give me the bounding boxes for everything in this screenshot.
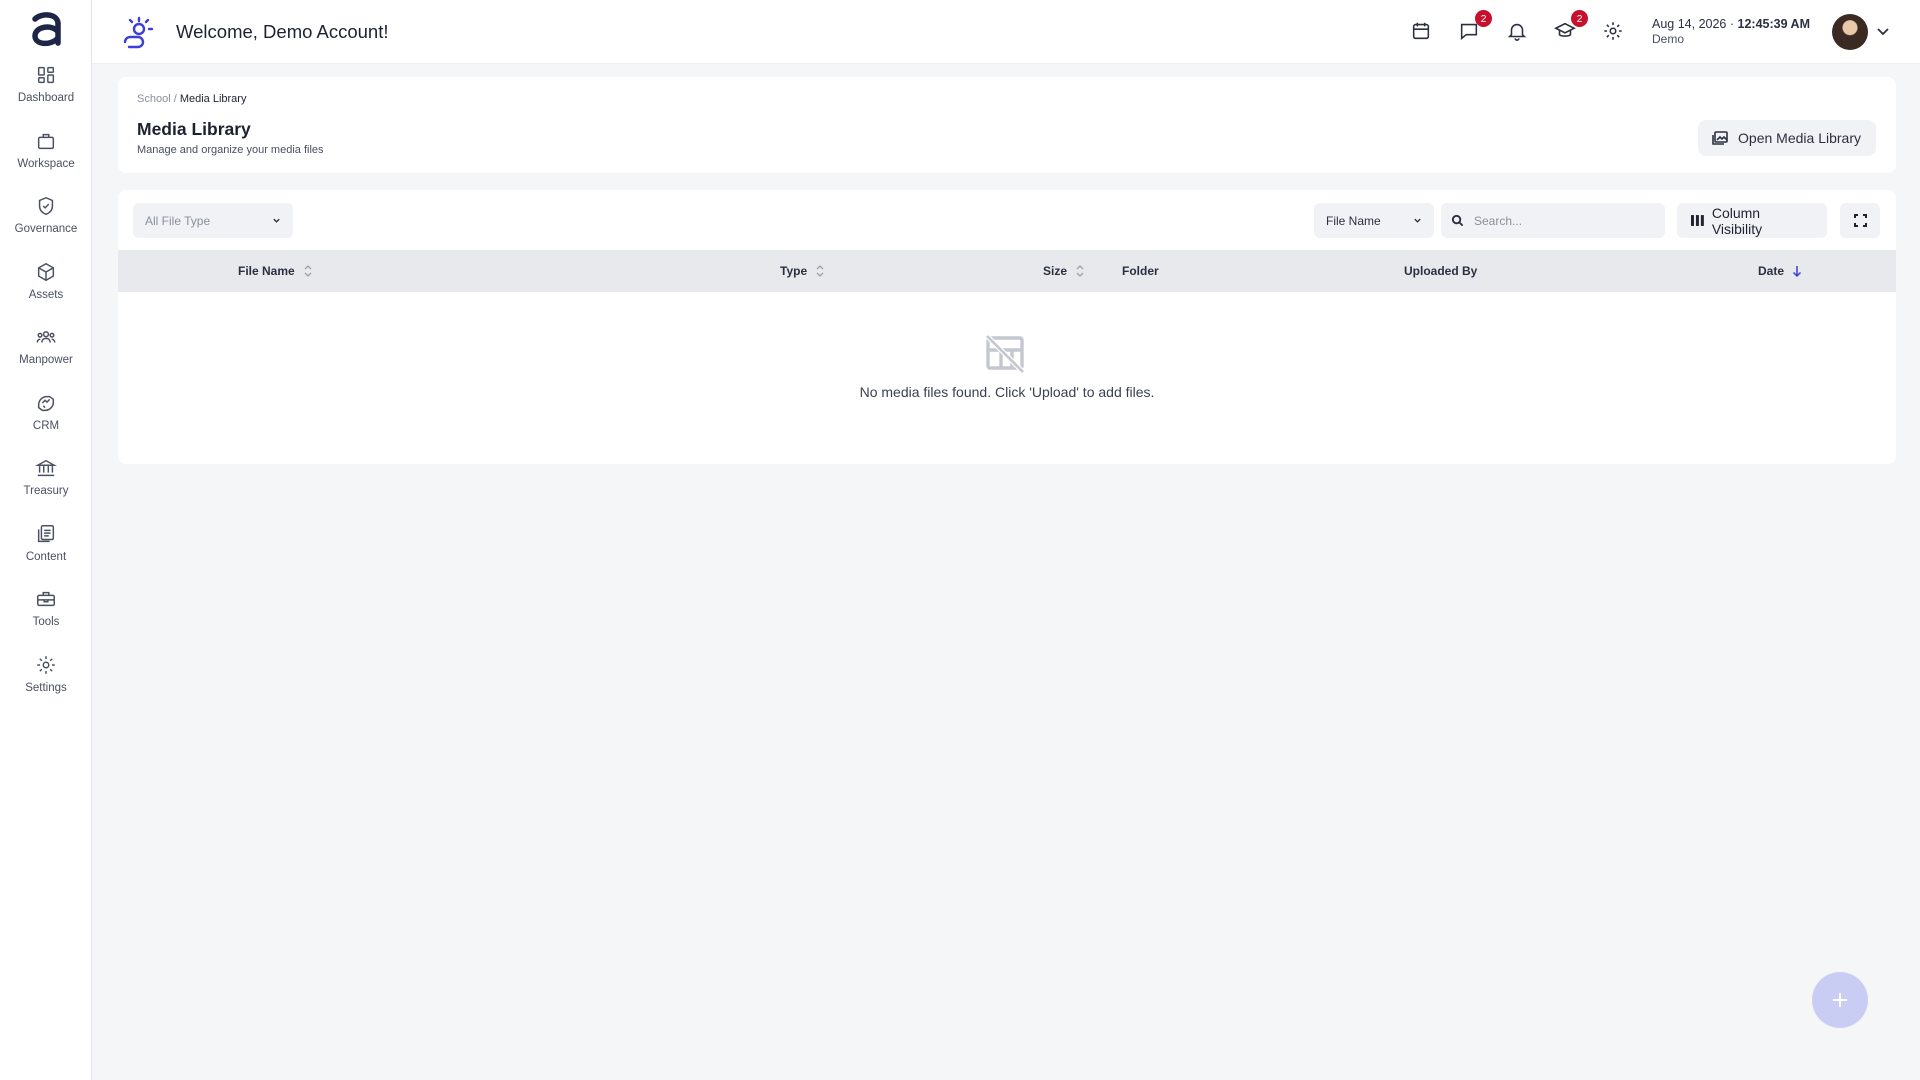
column-header-uploaded-by: Uploaded By: [1404, 250, 1477, 292]
app-logo[interactable]: [27, 10, 65, 50]
calendar-icon: [1412, 22, 1430, 40]
sidebar-item-label: Dashboard: [17, 92, 75, 104]
welcome-message: Welcome, Demo Account!: [176, 21, 389, 42]
open-media-library-label: Open Media Library: [1738, 130, 1861, 146]
file-type-filter[interactable]: All File Type: [133, 203, 293, 238]
no-images-icon: [985, 334, 1025, 374]
sidebar-item-dashboard[interactable]: Dashboard: [0, 64, 92, 124]
column-header-label: Size: [1043, 264, 1068, 278]
chevron-down-icon: [1414, 218, 1421, 223]
bell-icon: [1507, 23, 1527, 41]
breadcrumb: School / Media Library: [137, 93, 246, 105]
chevron-down-icon: [273, 218, 280, 223]
sidebar-item-label: Assets: [28, 289, 64, 301]
column-header-date[interactable]: Date: [1758, 250, 1802, 292]
sidebar-item-governance[interactable]: Governance: [0, 195, 92, 255]
datetime-separator: ·: [1729, 17, 1738, 31]
avatar[interactable]: [1832, 14, 1868, 50]
fullscreen-button[interactable]: [1840, 203, 1880, 238]
sort-icon: [816, 265, 824, 277]
brand-sun-cloud-icon: [123, 16, 154, 49]
column-header-folder: Folder: [1122, 250, 1159, 292]
page-header-card: School / Media Library Media Library Man…: [118, 77, 1896, 173]
sort-icon: [304, 265, 312, 277]
breadcrumb-current: Media Library: [179, 93, 247, 105]
sidebar-item-label: Treasury: [23, 485, 69, 497]
column-header-type[interactable]: Type: [780, 250, 825, 292]
documents-icon: [37, 525, 55, 543]
column-header-label: Date: [1758, 264, 1785, 278]
datetime-display: Aug 14, 2026 · 12:45:39 AM Demo: [1652, 17, 1810, 47]
sidebar-item-treasury[interactable]: Treasury: [0, 457, 92, 517]
columns-icon: [1691, 215, 1704, 226]
learning-button[interactable]: 2: [1554, 10, 1588, 44]
column-header-label: File Name: [238, 264, 295, 278]
column-header-size[interactable]: Size: [1043, 250, 1085, 292]
fullscreen-icon: [1853, 214, 1867, 227]
sidebar-item-label: Tools: [32, 616, 60, 628]
sidebar-item-assets[interactable]: Assets: [0, 261, 92, 321]
sidebar-item-label: CRM: [32, 420, 60, 432]
breadcrumb-separator: /: [173, 93, 177, 105]
gear-icon: [1604, 22, 1622, 40]
shield-check-icon: [38, 196, 54, 216]
search-field-select[interactable]: File Name: [1314, 203, 1434, 238]
sidebar-item-content[interactable]: Content: [0, 523, 92, 583]
current-date: Aug 14, 2026: [1652, 17, 1727, 31]
search-input[interactable]: [1474, 213, 1654, 228]
learning-badge: 2: [1571, 10, 1588, 27]
sidebar-item-manpower[interactable]: Manpower: [0, 326, 92, 386]
sidebar-item-label: Workspace: [17, 158, 75, 170]
sidebar-item-label: Governance: [14, 223, 78, 235]
media-table-card: All File Type File Name Column Visibilit…: [118, 190, 1896, 464]
page-title: Media Library: [137, 119, 251, 139]
sort-icon: [1076, 265, 1084, 277]
table-header: File Name Type Size Folder Uploaded By D…: [118, 250, 1896, 292]
file-type-filter-value: All File Type: [145, 213, 211, 228]
sort-desc-icon: [1792, 266, 1802, 278]
cube-icon: [37, 262, 55, 282]
toolbox-icon: [37, 591, 55, 607]
messages-button[interactable]: 2: [1458, 10, 1492, 44]
sidebar-item-label: Settings: [25, 682, 67, 694]
sidebar-item-crm[interactable]: CRM: [0, 392, 92, 452]
empty-state: No media files found. Click 'Upload' to …: [118, 292, 1896, 464]
column-header-file-name[interactable]: File Name: [238, 250, 313, 292]
sidebar-item-tools[interactable]: Tools: [0, 588, 92, 648]
plus-icon: [1833, 993, 1847, 1007]
settings-button[interactable]: [1602, 20, 1626, 44]
column-header-label: Type: [780, 264, 808, 278]
page-subtitle: Manage and organize your media files: [137, 144, 324, 156]
sidebar-item-settings[interactable]: Settings: [0, 654, 92, 714]
bank-icon: [35, 459, 57, 477]
sidebar: Dashboard Workspace Governance Assets Ma…: [0, 0, 92, 1080]
people-icon: [36, 331, 56, 343]
account-name: Demo: [1652, 32, 1685, 46]
dashboard-icon: [37, 66, 55, 84]
chevron-down-icon[interactable]: [1876, 24, 1890, 38]
add-fab-button[interactable]: [1812, 972, 1868, 1028]
search-field-value: File Name: [1326, 213, 1381, 228]
images-icon: [1712, 131, 1728, 145]
empty-state-message: No media files found. Click 'Upload' to …: [859, 384, 1155, 400]
briefcase-icon: [37, 133, 55, 150]
messages-badge: 2: [1475, 10, 1492, 27]
gear-icon: [37, 656, 55, 674]
notifications-button[interactable]: [1506, 20, 1530, 44]
calendar-button[interactable]: [1410, 20, 1434, 44]
search-icon: [1451, 214, 1464, 227]
top-bar: Welcome, Demo Account! 2 2 Aug 14, 2026 …: [92, 0, 1920, 64]
column-header-label: Uploaded By: [1404, 264, 1478, 278]
open-media-library-button[interactable]: Open Media Library: [1698, 120, 1876, 156]
handshake-icon: [37, 395, 55, 412]
column-header-label: Folder: [1122, 264, 1159, 278]
sidebar-item-workspace[interactable]: Workspace: [0, 130, 92, 190]
sidebar-item-label: Content: [25, 551, 67, 563]
sidebar-item-label: Manpower: [19, 354, 73, 366]
column-visibility-label: Column Visibility: [1711, 204, 1763, 237]
breadcrumb-parent[interactable]: School: [137, 93, 171, 105]
search-box: [1441, 203, 1665, 238]
current-time: 12:45:39 AM: [1737, 17, 1811, 31]
column-visibility-button[interactable]: Column Visibility: [1677, 203, 1827, 238]
